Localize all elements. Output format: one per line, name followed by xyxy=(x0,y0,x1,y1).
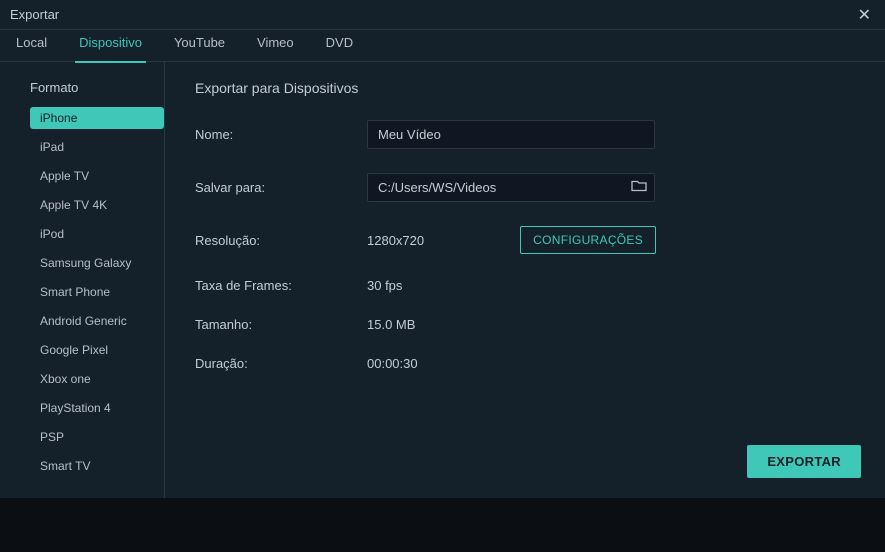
sidebar-item-apple-tv[interactable]: Apple TV xyxy=(30,165,164,187)
sidebar-heading: Formato xyxy=(30,80,164,95)
sidebar-item-playstation-4[interactable]: PlayStation 4 xyxy=(30,397,164,419)
duration-row: Duração: 00:00:30 xyxy=(195,356,855,371)
sidebar-item-iphone[interactable]: iPhone xyxy=(30,107,164,129)
sidebar-item-smart-tv[interactable]: Smart TV xyxy=(30,455,164,477)
titlebar: Exportar ✕ xyxy=(0,0,885,30)
framerate-row: Taxa de Frames: 30 fps xyxy=(195,278,855,293)
sidebar: Formato iPhone iPad Apple TV Apple TV 4K… xyxy=(0,62,165,498)
size-label: Tamanho: xyxy=(195,317,367,332)
close-icon[interactable]: ✕ xyxy=(854,5,875,25)
export-window: Exportar ✕ Local Dispositivo YouTube Vim… xyxy=(0,0,885,498)
name-label: Nome: xyxy=(195,127,367,142)
sidebar-item-google-pixel[interactable]: Google Pixel xyxy=(30,339,164,361)
tab-youtube[interactable]: YouTube xyxy=(172,30,227,62)
folder-icon[interactable] xyxy=(631,178,647,197)
tab-local[interactable]: Local xyxy=(14,30,49,62)
settings-button[interactable]: CONFIGURAÇÕES xyxy=(520,226,656,254)
name-row: Nome: xyxy=(195,120,855,149)
sidebar-item-ipod[interactable]: iPod xyxy=(30,223,164,245)
framerate-value: 30 fps xyxy=(367,278,402,293)
size-row: Tamanho: 15.0 MB xyxy=(195,317,855,332)
tab-bar: Local Dispositivo YouTube Vimeo DVD xyxy=(0,30,885,62)
section-title: Exportar para Dispositivos xyxy=(195,80,855,96)
resolution-label: Resolução: xyxy=(195,233,367,248)
tab-dispositivo[interactable]: Dispositivo xyxy=(77,30,144,62)
main-panel: Exportar para Dispositivos Nome: Salvar … xyxy=(165,62,885,498)
sidebar-item-xbox-one[interactable]: Xbox one xyxy=(30,368,164,390)
resolution-value: 1280x720 xyxy=(367,233,424,248)
save-path-input[interactable] xyxy=(367,173,655,202)
sidebar-item-apple-tv-4k[interactable]: Apple TV 4K xyxy=(30,194,164,216)
duration-label: Duração: xyxy=(195,356,367,371)
sidebar-item-ipad[interactable]: iPad xyxy=(30,136,164,158)
export-button[interactable]: EXPORTAR xyxy=(747,445,861,478)
sidebar-item-samsung-galaxy[interactable]: Samsung Galaxy xyxy=(30,252,164,274)
tab-vimeo[interactable]: Vimeo xyxy=(255,30,296,62)
save-path-wrapper xyxy=(367,173,655,202)
window-title: Exportar xyxy=(10,7,59,22)
sidebar-item-psp[interactable]: PSP xyxy=(30,426,164,448)
tab-dvd[interactable]: DVD xyxy=(324,30,355,62)
size-value: 15.0 MB xyxy=(367,317,415,332)
save-row: Salvar para: xyxy=(195,173,855,202)
framerate-label: Taxa de Frames: xyxy=(195,278,367,293)
resolution-row: Resolução: 1280x720 CONFIGURAÇÕES xyxy=(195,226,855,254)
sidebar-item-smart-phone[interactable]: Smart Phone xyxy=(30,281,164,303)
save-label: Salvar para: xyxy=(195,180,367,195)
name-input[interactable] xyxy=(367,120,655,149)
duration-value: 00:00:30 xyxy=(367,356,418,371)
sidebar-item-android-generic[interactable]: Android Generic xyxy=(30,310,164,332)
content-area: Formato iPhone iPad Apple TV Apple TV 4K… xyxy=(0,62,885,498)
